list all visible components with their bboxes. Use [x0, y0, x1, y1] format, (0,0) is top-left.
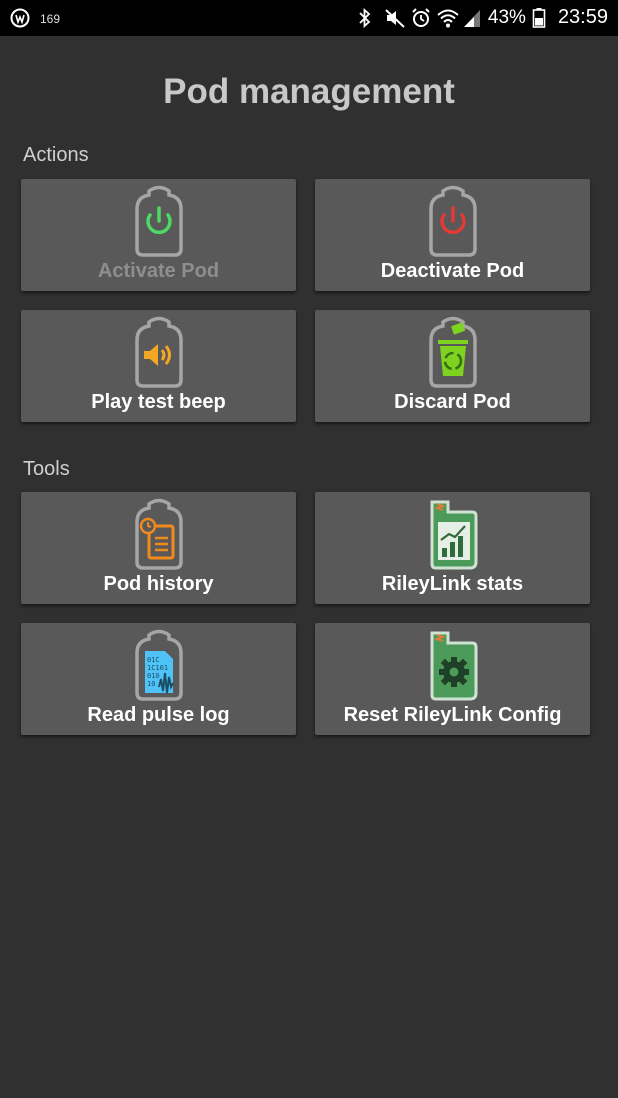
speaker-icon — [131, 316, 187, 388]
svg-text:010: 010 — [147, 672, 160, 680]
mute-vibrate-icon — [384, 7, 405, 29]
reset-rileylink-config-label: Reset RileyLink Config — [343, 704, 562, 726]
svg-text:1C101: 1C101 — [147, 664, 168, 672]
status-bar: 169 43% 23:59 — [0, 0, 618, 36]
activate-pod-button[interactable]: Activate Pod — [21, 179, 296, 291]
recycle-bin-icon — [425, 316, 481, 388]
wifi-icon — [436, 7, 459, 29]
reset-rileylink-config-button[interactable]: Reset RileyLink Config — [315, 623, 590, 735]
app-notification-icon — [10, 8, 30, 30]
deactivate-pod-button[interactable]: Deactivate Pod — [315, 179, 590, 291]
gear-reset-icon — [425, 629, 481, 701]
notification-count: 169 — [40, 12, 61, 26]
pod-history-button[interactable]: Pod history — [21, 492, 296, 604]
activate-pod-label: Activate Pod — [97, 260, 220, 282]
page-title: Pod management — [163, 72, 455, 111]
section-label-actions: Actions — [23, 144, 89, 166]
status-bar-right: 43% 23:59 — [358, 6, 608, 29]
bluetooth-icon — [358, 7, 378, 29]
rileylink-stats-label: RileyLink stats — [381, 573, 524, 595]
battery-percent: 43% — [487, 6, 526, 28]
battery-icon — [532, 7, 552, 29]
power-green-icon — [131, 185, 187, 257]
svg-text:01C: 01C — [147, 656, 160, 664]
discard-pod-button[interactable]: Discard Pod — [315, 310, 590, 422]
status-bar-left: 169 — [10, 8, 60, 30]
section-label-tools: Tools — [23, 458, 70, 480]
pod-history-label: Pod history — [103, 573, 214, 595]
alarm-icon — [410, 7, 430, 29]
discard-pod-label: Discard Pod — [394, 391, 511, 413]
svg-text:10: 10 — [147, 680, 155, 688]
deactivate-pod-label: Deactivate Pod — [380, 260, 525, 282]
play-test-beep-label: Play test beep — [91, 391, 226, 413]
power-red-icon — [425, 185, 481, 257]
history-clipboard-icon — [131, 498, 187, 570]
stats-chart-icon — [425, 498, 481, 570]
read-pulse-log-button[interactable]: 01C 1C101 010 10 Read pulse log — [21, 623, 296, 735]
play-test-beep-button[interactable]: Play test beep — [21, 310, 296, 422]
rileylink-stats-button[interactable]: RileyLink stats — [315, 492, 590, 604]
binary-waveform-icon: 01C 1C101 010 10 — [131, 629, 187, 701]
clock-time: 23:59 — [557, 6, 608, 28]
signal-icon — [462, 7, 482, 29]
read-pulse-log-label: Read pulse log — [87, 704, 230, 726]
